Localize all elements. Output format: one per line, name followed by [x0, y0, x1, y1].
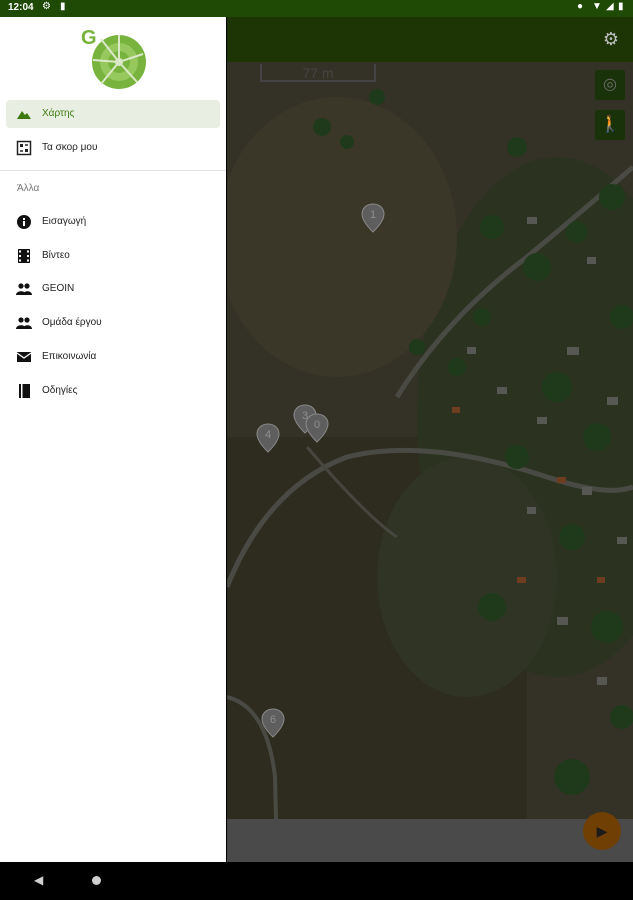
people-icon: [16, 317, 32, 329]
wifi-icon: ▼: [592, 1, 602, 12]
nav-item-geoin[interactable]: GEOIN: [6, 275, 220, 303]
map-marker-4[interactable]: 4: [256, 423, 280, 453]
map-marker-0[interactable]: 0: [305, 413, 329, 443]
section-header: Άλλα: [17, 183, 40, 194]
nav-item-map[interactable]: Χάρτης: [6, 100, 220, 128]
people-icon: [16, 283, 32, 295]
map-view[interactable]: 1 3 4 0 6: [227, 17, 633, 862]
film-icon: [18, 249, 30, 263]
map-marker-label: 6: [270, 714, 276, 726]
drawer-divider: [0, 170, 226, 171]
nav-item-project-team[interactable]: Ομάδα έργου: [6, 309, 220, 337]
map-marker-label: 4: [265, 429, 271, 441]
satellite-map: [227, 17, 633, 862]
nav-item-instructions[interactable]: Οδηγίες: [6, 377, 220, 405]
nav-item-label: Εισαγωγή: [42, 216, 87, 227]
bottom-panel: [227, 819, 633, 862]
map-marker-6[interactable]: 6: [261, 708, 285, 738]
nav-item-label: Επικοινωνία: [42, 351, 97, 362]
nav-item-my-scores[interactable]: Τα σκορ μου: [6, 134, 220, 162]
nav-item-label: Τα σκορ μου: [42, 142, 98, 153]
home-button-icon[interactable]: [92, 876, 101, 885]
back-button-icon[interactable]: ◀: [34, 873, 43, 887]
nav-item-label: GEOIN: [42, 283, 75, 294]
nav-item-introduction[interactable]: Εισαγωγή: [6, 208, 220, 236]
my-location-button[interactable]: ◎: [595, 70, 625, 100]
terrain-icon: [17, 111, 31, 119]
system-nav-bar: ◀: [0, 862, 633, 900]
nav-item-contact[interactable]: Επικοινωνία: [6, 343, 220, 371]
nav-item-label: Οδηγίες: [42, 385, 78, 396]
signal-icon: ◢: [606, 1, 614, 12]
walk-mode-button[interactable]: 🚶: [595, 110, 625, 140]
nav-item-video[interactable]: Βίντεο: [6, 242, 220, 270]
settings-icon[interactable]: ⚙: [603, 29, 619, 50]
settings-icon: ⚙: [42, 1, 51, 12]
info-icon: [17, 215, 31, 229]
sd-card-icon: ▮: [60, 1, 66, 12]
svg-text:G: G: [81, 27, 97, 49]
map-toolbar: ⚙: [227, 17, 633, 62]
battery-icon: ▮: [618, 1, 624, 12]
play-icon: ▶: [596, 823, 608, 839]
app-logo: G: [81, 27, 146, 89]
nav-item-label: Ομάδα έργου: [42, 317, 102, 328]
walk-icon: 🚶: [600, 116, 620, 133]
status-bar: 12:04 ⚙ ▮ ● ▼ ◢ ▮: [0, 0, 633, 17]
scale-bar: 77 m: [260, 64, 376, 82]
book-icon: [19, 384, 30, 398]
play-button[interactable]: ▶: [583, 812, 621, 850]
map-marker-label: 0: [314, 419, 320, 431]
nav-item-label: Βίντεο: [42, 250, 70, 261]
navigation-drawer: G Χάρτης Τα σκορ μου Άλλα Εισαγωγή Βίντε…: [0, 17, 226, 862]
map-marker-1[interactable]: 1: [361, 203, 385, 233]
map-marker-label: 1: [370, 209, 376, 221]
location-icon: ●: [577, 1, 584, 12]
nav-item-label: Χάρτης: [42, 108, 75, 119]
status-time: 12:04: [8, 2, 34, 13]
my-location-icon: ◎: [603, 76, 617, 93]
score-icon: [16, 140, 32, 156]
mail-icon: [16, 352, 32, 362]
